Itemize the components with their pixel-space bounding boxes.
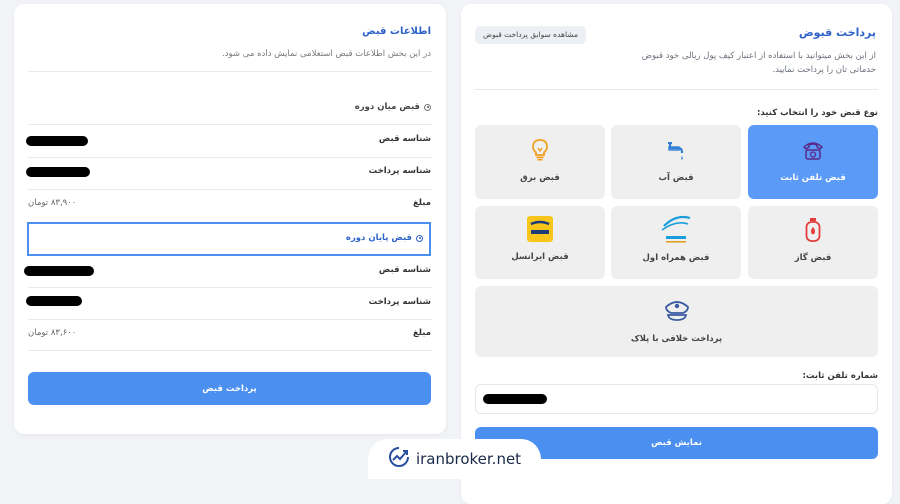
brand-watermark: iranbroker.net <box>368 439 541 479</box>
bill-type-label-text: قبض همراه اول <box>642 253 710 263</box>
irancell-logo <box>526 214 554 244</box>
divider <box>28 189 432 190</box>
pay-bill-button[interactable]: پرداخت قبض <box>28 372 431 405</box>
divider <box>28 71 432 72</box>
redacted-value <box>26 136 88 146</box>
bill-type-gas[interactable]: قبض گاز <box>748 206 878 279</box>
amount-label: مبلغ <box>412 198 431 208</box>
bill-id-label: شناسه قبض <box>378 134 431 144</box>
bill-type-label-text: قبض تلفن ثابت <box>780 173 846 183</box>
period-heading: قبض میان دوره <box>354 102 420 112</box>
amount-value: ۸۳,۹۰۰ تومان <box>28 198 77 208</box>
bill-type-irancell[interactable]: قبض ایرانسل <box>475 206 605 279</box>
payment-history-button[interactable]: مشاهده سوابق پرداخت قبوض <box>475 26 586 44</box>
bill-type-label: نوع قبض خود را انتخاب کنید: <box>756 108 878 118</box>
redacted-value <box>24 266 94 276</box>
bill-info-title: اطلاعات قبض <box>362 26 431 37</box>
period-option-end[interactable]: قبض پایان دوره <box>27 222 431 256</box>
light-bulb-icon <box>527 135 553 165</box>
divider <box>28 350 432 351</box>
redacted-value <box>483 394 547 404</box>
divider <box>28 287 432 288</box>
bill-id-label: شناسه قبض <box>378 265 431 275</box>
payment-id-label: شناسه پرداخت <box>368 166 431 176</box>
bill-type-water[interactable]: قبض آب <box>611 125 741 199</box>
period-heading-row: قبض پایان دوره <box>346 233 423 243</box>
landline-phone-icon <box>800 135 826 165</box>
divider <box>28 124 432 125</box>
landline-number-input[interactable] <box>475 384 878 414</box>
pay-bills-panel: پرداخت قبوض مشاهده سوابق پرداخت قبوض از … <box>461 4 892 504</box>
amount-label: مبلغ <box>412 328 431 338</box>
period-heading: قبض پایان دوره <box>345 233 412 243</box>
bill-type-label-text: قبض آب <box>658 173 694 183</box>
landline-number-label: شماره تلفن ثابت: <box>802 371 878 381</box>
pay-bills-title: پرداخت قبوض <box>798 26 876 39</box>
water-tap-icon <box>663 135 689 165</box>
brand-text: iranbroker.net <box>415 450 522 468</box>
radio-selected-icon <box>416 234 423 242</box>
bill-info-description: در این بخش اطلاعات قبض استعلامی نمایش دا… <box>222 49 431 59</box>
bill-type-traffic-fines[interactable]: پرداخت خلافی با پلاک <box>475 286 878 357</box>
bill-type-electricity[interactable]: قبض برق <box>475 125 605 199</box>
bill-info-panel: اطلاعات قبض در این بخش اطلاعات قبض استعل… <box>14 4 446 434</box>
bill-type-label-text: پرداخت خلافی با پلاک <box>630 334 723 344</box>
bill-type-label-text: قبض ایرانسل <box>511 252 569 262</box>
hamrah-aval-logo <box>656 212 696 248</box>
redacted-value <box>26 167 90 177</box>
period-option-mid[interactable]: قبض میان دوره <box>355 102 431 112</box>
divider <box>28 157 432 158</box>
bill-type-label-text: قبض گاز <box>794 253 832 263</box>
radio-icon <box>424 103 431 111</box>
divider <box>475 89 878 90</box>
gas-cylinder-icon <box>800 215 826 245</box>
police-hat-icon <box>662 295 692 325</box>
chart-trend-icon <box>388 446 410 472</box>
amount-value: ۸۳,۶۰۰ تومان <box>28 328 77 338</box>
redacted-value <box>26 296 82 306</box>
bill-type-landline[interactable]: قبض تلفن ثابت <box>748 125 878 199</box>
payment-id-label: شناسه پرداخت <box>368 297 431 307</box>
bill-type-label-text: قبض برق <box>520 173 560 183</box>
bill-type-hamrah-aval[interactable]: قبض همراه اول <box>611 206 741 279</box>
pay-bills-description: از این بخش میتوانید با استفاده از اعتبار… <box>641 51 876 75</box>
divider <box>28 319 432 320</box>
